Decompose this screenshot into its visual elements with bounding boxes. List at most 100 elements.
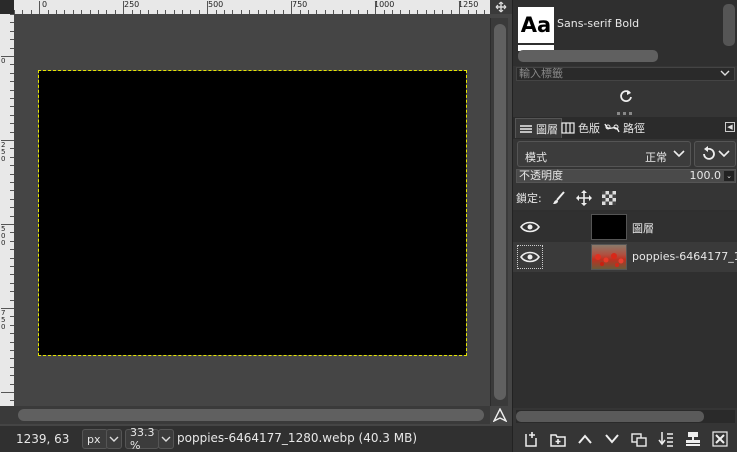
ruler-tick bbox=[190, 10, 192, 14]
opacity-spin-button[interactable]: ⌄ bbox=[724, 171, 734, 181]
dock-grip[interactable] bbox=[617, 112, 635, 115]
font-name[interactable]: Sans-serif Bold bbox=[557, 17, 639, 30]
unit-dropdown-button[interactable] bbox=[106, 429, 122, 449]
layer-row[interactable]: 圖層 bbox=[513, 212, 737, 242]
ruler-tick bbox=[10, 366, 14, 368]
layer-list-hscroll[interactable] bbox=[516, 410, 735, 423]
merge-layer-button[interactable] bbox=[656, 429, 676, 449]
ruler-tick bbox=[308, 10, 309, 14]
ruler-tick bbox=[182, 10, 183, 14]
ruler-tick bbox=[266, 10, 267, 14]
raise-layer-button[interactable] bbox=[575, 429, 595, 449]
layer-list[interactable]: 圖層 poppies-6464177_1280 bbox=[513, 210, 737, 408]
ruler-label: 500 bbox=[208, 0, 224, 9]
ruler-tick bbox=[10, 350, 14, 351]
status-bar: 1239, 63 px 33.3 % poppies-6464177_1280.… bbox=[0, 426, 512, 452]
ruler-tick bbox=[10, 240, 14, 242]
scrollbar-thumb[interactable] bbox=[516, 411, 704, 422]
layer-name[interactable]: poppies-6464177_1280 bbox=[632, 250, 737, 263]
stamp-icon bbox=[686, 432, 701, 446]
ruler-tick bbox=[10, 30, 14, 32]
vertical-scrollbar[interactable] bbox=[490, 18, 508, 406]
layer-name[interactable]: 圖層 bbox=[632, 220, 654, 236]
image-canvas[interactable] bbox=[38, 70, 467, 356]
tab-paths[interactable]: 路徑 bbox=[601, 118, 648, 138]
ruler-tick bbox=[10, 14, 14, 15]
lock-alpha-button[interactable] bbox=[598, 189, 620, 207]
ruler-tick bbox=[10, 89, 14, 91]
navigate-button[interactable] bbox=[490, 0, 512, 14]
ruler-tick bbox=[375, 1, 377, 14]
font-list-hscroll[interactable] bbox=[518, 50, 658, 62]
duplicate-icon bbox=[631, 433, 647, 447]
zoom-dropdown-button[interactable] bbox=[158, 429, 174, 449]
ruler-tick bbox=[450, 10, 452, 14]
tab-label: 路徑 bbox=[623, 122, 645, 135]
font-list[interactable]: Aa Sans-serif Bold bbox=[513, 0, 737, 66]
ruler-tick bbox=[165, 10, 167, 14]
layer-visibility-toggle[interactable] bbox=[517, 245, 543, 269]
opacity-slider[interactable]: 不透明度 100.0 ⌄ bbox=[516, 169, 736, 183]
ruler-tick bbox=[98, 10, 99, 14]
ruler-tick bbox=[173, 10, 175, 14]
font-list-vscroll[interactable] bbox=[723, 4, 735, 46]
ruler-tick bbox=[476, 10, 477, 14]
vertical-ruler[interactable]: 0 250 500 750 bbox=[0, 14, 14, 406]
ruler-tick bbox=[148, 10, 150, 14]
new-layer-button[interactable] bbox=[521, 429, 541, 449]
zoom-fit-button[interactable] bbox=[490, 406, 510, 424]
ruler-tick bbox=[10, 114, 14, 116]
layer-mode-select[interactable]: 模式 正常 bbox=[517, 141, 691, 167]
composite-mode-button[interactable] bbox=[694, 141, 736, 167]
ruler-tick bbox=[10, 148, 14, 150]
unit-select[interactable]: px bbox=[82, 429, 108, 449]
navigate-icon bbox=[495, 1, 507, 13]
zoom-fit-icon bbox=[493, 408, 507, 422]
font-preview[interactable]: Aa bbox=[518, 7, 554, 43]
horizontal-scrollbar[interactable] bbox=[14, 406, 490, 424]
layer-visibility-toggle[interactable] bbox=[517, 215, 543, 239]
delete-layer-button[interactable] bbox=[710, 429, 730, 449]
opacity-value[interactable]: 100.0 bbox=[690, 170, 722, 182]
tag-placeholder: 輸入標籤 bbox=[519, 67, 563, 80]
ruler-tick bbox=[131, 10, 133, 14]
ruler-tick bbox=[10, 249, 14, 251]
tab-layers[interactable]: 圖層 bbox=[515, 118, 562, 138]
channels-icon bbox=[561, 122, 575, 134]
zoom-select[interactable]: 33.3 % bbox=[125, 426, 159, 452]
scrollbar-thumb[interactable] bbox=[494, 24, 506, 400]
ruler-tick bbox=[114, 10, 116, 14]
tab-channels[interactable]: 色版 bbox=[558, 118, 603, 138]
ruler-tick bbox=[224, 10, 225, 14]
tag-filter-input[interactable]: 輸入標籤 bbox=[516, 67, 735, 81]
ruler-tick bbox=[10, 72, 14, 74]
scrollbar-thumb[interactable] bbox=[18, 409, 484, 421]
chevron-down-icon[interactable] bbox=[720, 68, 730, 80]
duplicate-layer-button[interactable] bbox=[629, 429, 649, 449]
ruler-tick bbox=[10, 400, 14, 402]
tab-menu-button[interactable]: ◀ bbox=[725, 122, 735, 132]
arrow-up-icon bbox=[578, 434, 592, 444]
ruler-label: 0 bbox=[1, 57, 6, 65]
lock-pixels-button[interactable] bbox=[548, 189, 570, 207]
horizontal-ruler[interactable]: 0 250 500 750 1000 1250 bbox=[14, 0, 490, 14]
ruler-label: 250 bbox=[124, 0, 140, 9]
lower-layer-button[interactable] bbox=[602, 429, 622, 449]
ruler-tick bbox=[383, 10, 385, 14]
canvas-area[interactable]: 0 250 500 750 1000 1250 0 250 500 750 bbox=[0, 0, 512, 426]
chevron-down-icon bbox=[161, 436, 171, 442]
lock-position-button[interactable] bbox=[573, 189, 595, 207]
new-layer-group-button[interactable] bbox=[548, 429, 568, 449]
ruler-tick bbox=[417, 10, 419, 14]
brush-icon bbox=[552, 191, 565, 204]
ruler-tick bbox=[10, 198, 14, 200]
refresh-button[interactable] bbox=[618, 88, 634, 104]
ruler-tick bbox=[1, 308, 14, 309]
ruler-tick bbox=[10, 274, 14, 276]
anchor-layer-button[interactable] bbox=[683, 429, 703, 449]
layer-row[interactable]: poppies-6464177_1280 bbox=[513, 242, 737, 272]
zoom-value: 33.3 % bbox=[130, 426, 155, 452]
quick-mask-toggle[interactable] bbox=[0, 406, 14, 424]
tab-label: 色版 bbox=[578, 122, 600, 135]
ruler-tick bbox=[358, 10, 360, 14]
